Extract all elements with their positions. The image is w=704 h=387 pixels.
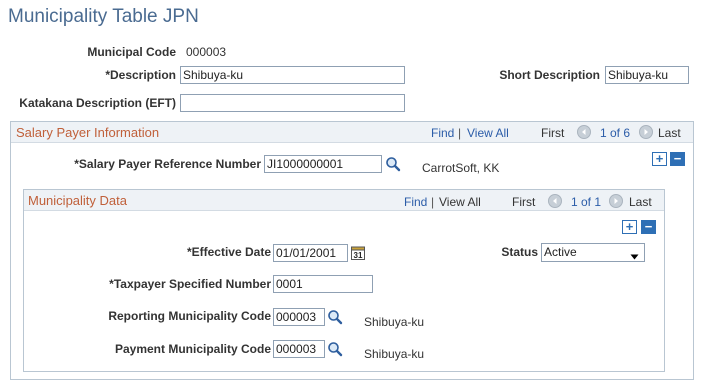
effective-date-label: *Effective Date: [186, 245, 271, 259]
chevron-down-icon[interactable]: [630, 249, 639, 263]
municipality-data-range: 1 of 1: [571, 195, 602, 209]
plus-icon[interactable]: +: [622, 220, 637, 234]
svg-text:31: 31: [354, 251, 363, 260]
minus-icon[interactable]: −: [641, 220, 656, 234]
previous-arrow-icon[interactable]: [548, 194, 562, 208]
short-description-input[interactable]: Shibuya-ku: [605, 66, 689, 84]
salary-payer-title: Salary Payer Information: [16, 125, 160, 140]
next-arrow-icon[interactable]: [609, 194, 623, 208]
reporting-municipality-name: Shibuya-ku: [364, 315, 425, 329]
payment-municipality-input[interactable]: 000003: [273, 340, 325, 358]
payment-municipality-name: Shibuya-ku: [364, 347, 425, 361]
municipality-data-first-label: First: [512, 195, 536, 209]
municipality-data-last-label: Last: [629, 195, 652, 209]
taxpayer-number-input[interactable]: 0001: [273, 275, 373, 293]
plus-icon[interactable]: +: [652, 152, 667, 166]
payment-municipality-label: Payment Municipality Code: [114, 342, 271, 356]
magnifier-icon[interactable]: [385, 156, 401, 172]
salary-payer-name: CarrotSoft, KK: [422, 161, 500, 175]
minus-icon[interactable]: −: [670, 152, 685, 166]
municipality-data-title: Municipality Data: [28, 193, 127, 208]
short-description-label: Short Description: [499, 68, 600, 82]
magnifier-icon[interactable]: [327, 309, 343, 325]
salary-payer-first-label: First: [541, 126, 565, 140]
reporting-municipality-label: Reporting Municipality Code: [108, 309, 271, 323]
page-title: Municipality Table JPN: [8, 6, 199, 27]
status-value: Active: [544, 245, 577, 259]
municipality-data-find-link[interactable]: Find: [404, 195, 427, 209]
katakana-description-input[interactable]: [180, 94, 405, 112]
magnifier-icon[interactable]: [327, 341, 343, 357]
salary-payer-ref-label: *Salary Payer Reference Number: [74, 157, 261, 171]
municipal-code-label: Municipal Code: [87, 45, 176, 59]
salary-payer-last-label: Last: [658, 126, 681, 140]
taxpayer-number-label: *Taxpayer Specified Number: [109, 277, 271, 291]
effective-date-input[interactable]: 01/01/2001: [273, 244, 348, 262]
description-label: *Description: [105, 68, 176, 82]
municipality-data-separator: |: [431, 195, 435, 209]
salary-payer-range: 1 of 6: [600, 126, 631, 140]
status-label: Status: [501, 245, 538, 259]
next-arrow-icon[interactable]: [639, 125, 653, 139]
previous-arrow-icon[interactable]: [577, 125, 591, 139]
reporting-municipality-input[interactable]: 000003: [273, 308, 325, 326]
municipality-data-view-all-link[interactable]: View All: [439, 195, 481, 209]
katakana-description-label: Katakana Description (EFT): [19, 96, 176, 110]
salary-payer-separator: |: [458, 126, 462, 140]
salary-payer-view-all-link[interactable]: View All: [467, 126, 509, 140]
salary-payer-find-link[interactable]: Find: [431, 126, 454, 140]
salary-payer-ref-input[interactable]: JI1000000001: [264, 155, 382, 173]
municipal-code-value: 000003: [186, 45, 227, 59]
calendar-icon[interactable]: 31: [351, 245, 365, 260]
description-input[interactable]: Shibuya-ku: [180, 66, 405, 84]
